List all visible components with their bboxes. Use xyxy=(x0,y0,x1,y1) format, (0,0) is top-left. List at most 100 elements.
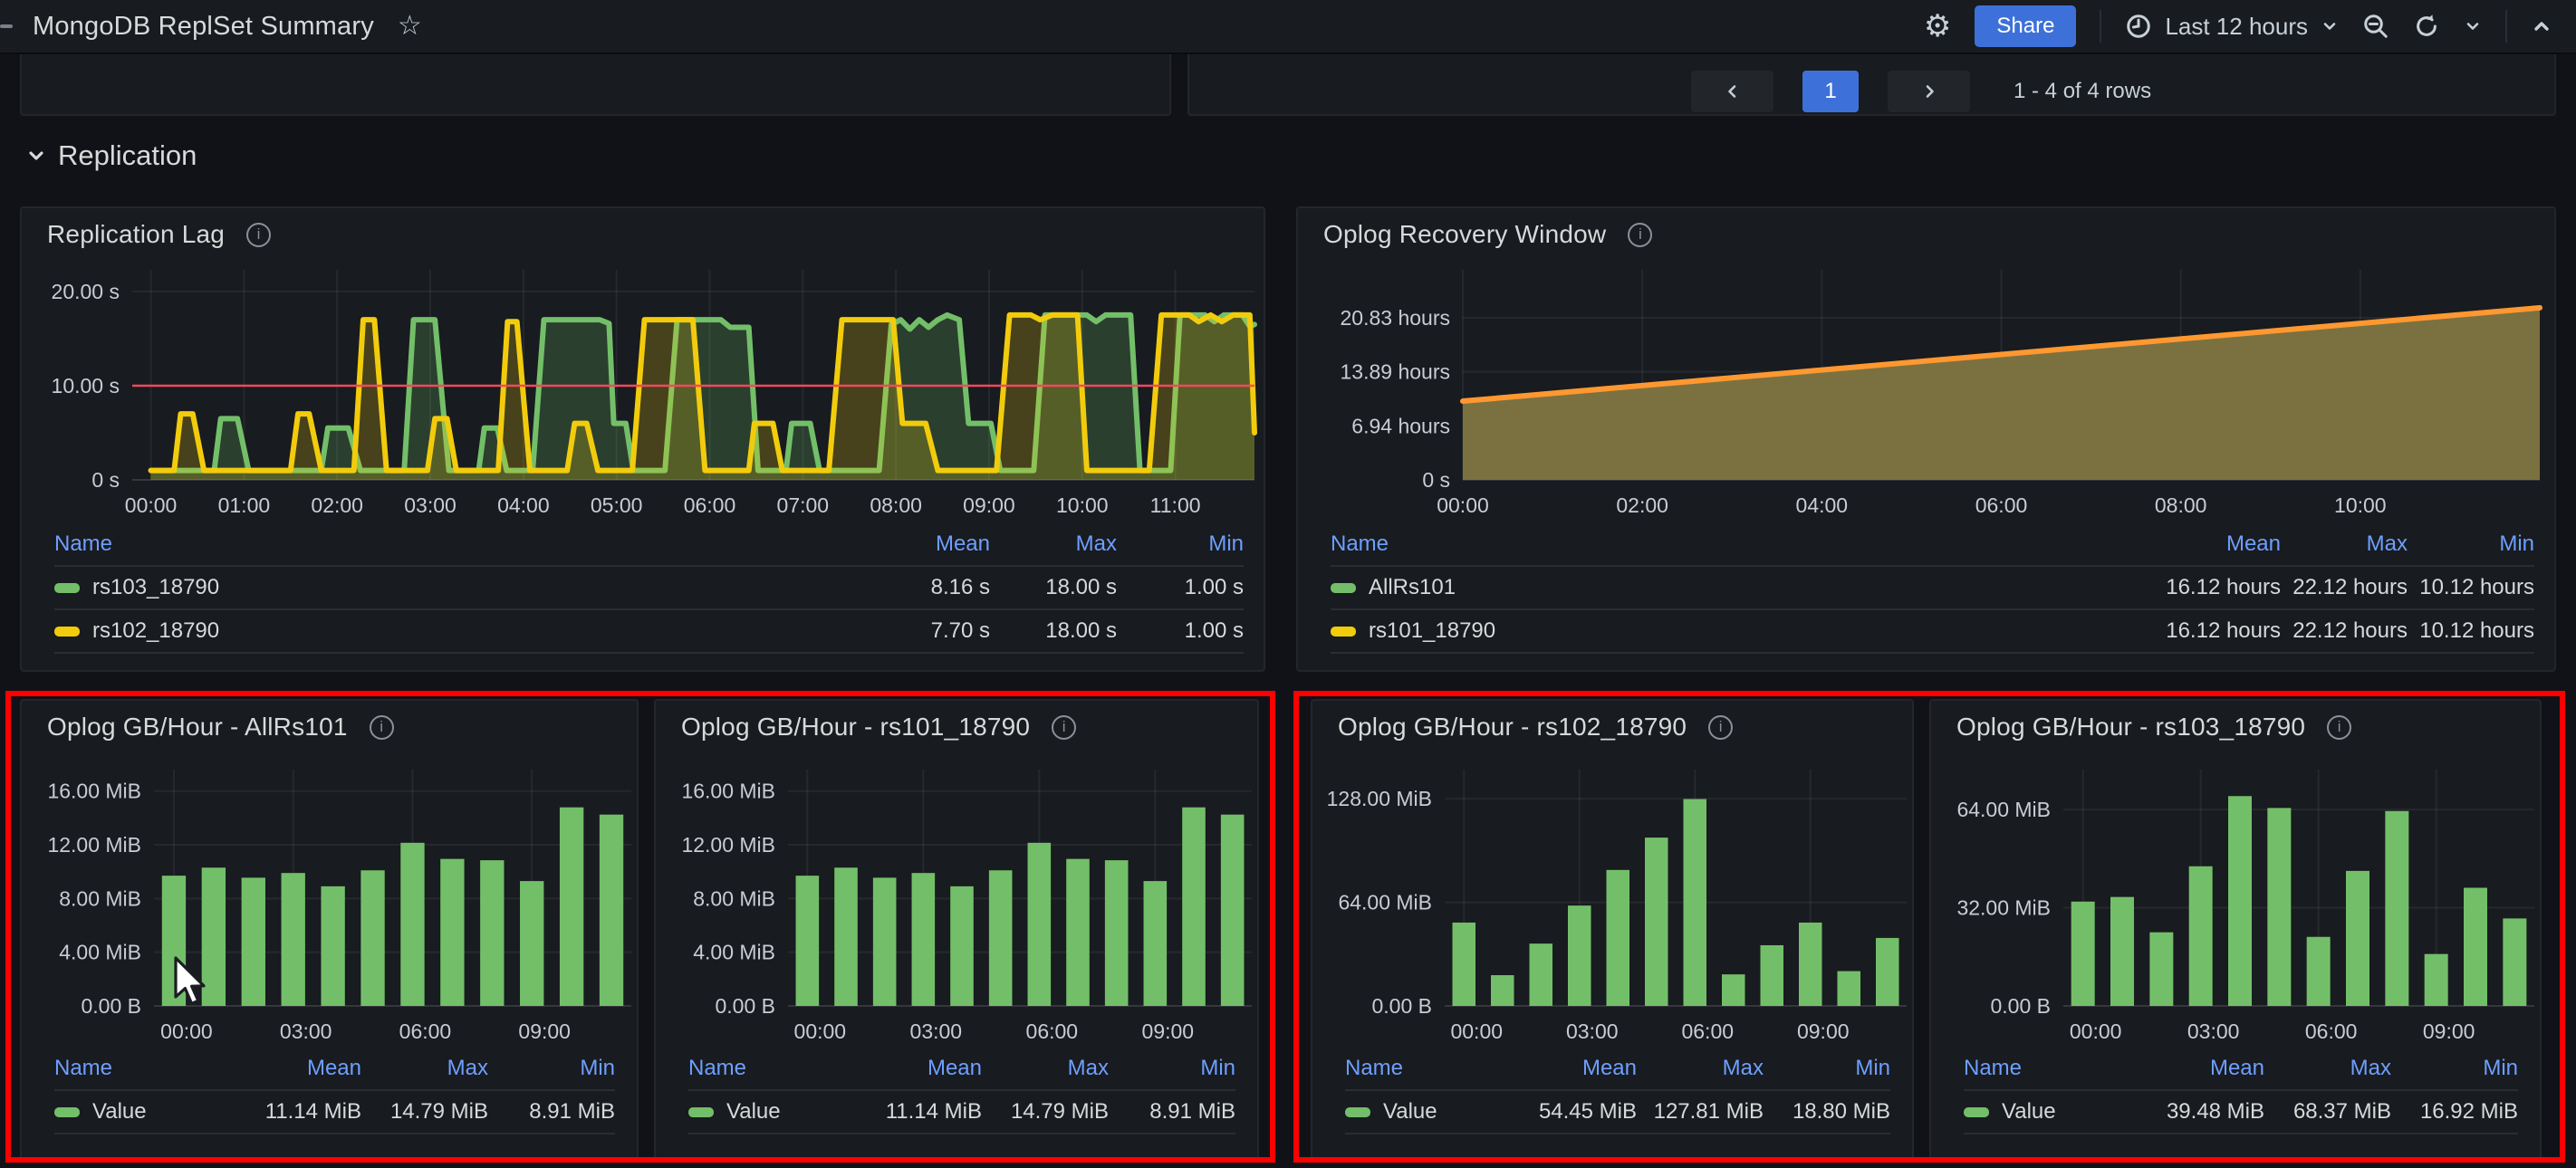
oplog-recovery-chart[interactable]: 00:00 02:00 04:00 06:00 08:00 10:00 0 s 6.94 ho… xyxy=(1298,259,2554,522)
share-button[interactable]: Share xyxy=(1975,5,2077,47)
legend-header-name[interactable]: Name xyxy=(54,1056,235,1081)
svg-text:16.00 MiB: 16.00 MiB xyxy=(47,780,141,803)
svg-text:64.00 MiB: 64.00 MiB xyxy=(1338,891,1432,914)
panel-title: Oplog Recovery Window xyxy=(1323,220,1607,248)
prev-page-button[interactable] xyxy=(1691,71,1773,112)
chevron-left-icon xyxy=(1727,85,1735,98)
svg-text:09:00: 09:00 xyxy=(1142,1020,1195,1043)
dashboard-title[interactable]: MongoDB ReplSet Summary xyxy=(33,12,374,42)
legend-header-min[interactable]: Min xyxy=(1109,1056,1235,1081)
legend-header-name[interactable]: Name xyxy=(1331,531,2154,557)
svg-text:4.00 MiB: 4.00 MiB xyxy=(693,941,775,964)
series-name[interactable]: rs102_18790 xyxy=(54,618,863,644)
legend-header-min[interactable]: Min xyxy=(2408,531,2534,557)
svg-text:08:00: 08:00 xyxy=(2155,493,2207,517)
info-icon[interactable]: i xyxy=(369,714,394,740)
series-stat-value: 8.91 MiB xyxy=(1149,1099,1235,1124)
row-replication-toggle[interactable]: Replication xyxy=(25,139,197,172)
legend-header-min[interactable]: Min xyxy=(2391,1056,2518,1081)
info-icon[interactable]: i xyxy=(1052,714,1077,740)
legend-header-mean[interactable]: Mean xyxy=(2154,531,2281,557)
legend-header-min[interactable]: Min xyxy=(488,1056,615,1081)
legend-row: rs103_18790 8.16 s 18.00 s 1.00 s xyxy=(54,567,1244,610)
collapse-topbar-icon[interactable] xyxy=(2531,15,2552,37)
svg-text:03:00: 03:00 xyxy=(280,1020,332,1043)
series-name[interactable]: Value xyxy=(1964,1099,2138,1125)
legend-header-mean[interactable]: Mean xyxy=(1510,1056,1637,1081)
svg-text:06:00: 06:00 xyxy=(684,493,736,517)
legend-header-name[interactable]: Name xyxy=(1964,1056,2138,1081)
svg-text:0 s: 0 s xyxy=(1422,468,1450,492)
legend-header-mean[interactable]: Mean xyxy=(855,1056,982,1081)
svg-text:00:00: 00:00 xyxy=(1437,493,1489,517)
svg-text:0.00 B: 0.00 B xyxy=(1372,994,1433,1018)
gear-icon[interactable]: ⚙ xyxy=(1924,11,1951,42)
legend-header-max[interactable]: Max xyxy=(2281,531,2408,557)
next-page-button[interactable] xyxy=(1888,71,1970,112)
svg-text:10:00: 10:00 xyxy=(1056,493,1109,517)
panel-header[interactable]: Oplog GB/Hour - rs103_18790 i xyxy=(1931,701,2540,753)
series-swatch-icon xyxy=(1331,582,1356,593)
oplog-rs103-chart[interactable]: 00:00 03:00 06:00 09:00 0.00 B 32.00 MiB 64.00… xyxy=(1931,755,2540,1044)
panel-header[interactable]: Oplog GB/Hour - rs102_18790 i xyxy=(1312,701,1912,753)
legend-table: Name Mean Max Min Value 54.45 MiB 127.81 MiB 18… xyxy=(1345,1048,1890,1134)
top-navbar: MongoDB ReplSet Summary ☆ ⚙ Share Last 1… xyxy=(0,0,2576,54)
series-swatch-icon xyxy=(1345,1106,1370,1117)
chevron-down-icon xyxy=(29,151,43,160)
info-icon[interactable]: i xyxy=(1708,714,1734,740)
svg-text:64.00 MiB: 64.00 MiB xyxy=(1956,798,2051,821)
svg-text:4.00 MiB: 4.00 MiB xyxy=(59,941,141,964)
info-icon[interactable]: i xyxy=(1628,222,1653,247)
legend-header-min[interactable]: Min xyxy=(1764,1056,1890,1081)
series-stat-value: 18.00 s xyxy=(1045,618,1117,643)
series-name[interactable]: rs103_18790 xyxy=(54,575,863,600)
time-range-picker[interactable]: Last 12 hours xyxy=(2125,13,2339,41)
legend-header-name[interactable]: Name xyxy=(54,531,863,557)
legend-header-name[interactable]: Name xyxy=(688,1056,855,1081)
series-stat-value: 10.12 hours xyxy=(2419,575,2534,599)
oplog-rs101-chart[interactable]: 00:00 03:00 06:00 09:00 0.00 B 4.00 MiB 8.00 M… xyxy=(656,755,1257,1044)
legend-header-min[interactable]: Min xyxy=(1117,531,1244,557)
info-icon[interactable]: i xyxy=(246,222,272,247)
series-name[interactable]: Value xyxy=(1345,1099,1510,1125)
legend-header-mean[interactable]: Mean xyxy=(863,531,990,557)
legend-header-max[interactable]: Max xyxy=(1637,1056,1764,1081)
series-stat-value: 16.92 MiB xyxy=(2419,1099,2518,1124)
panel-header[interactable]: Oplog Recovery Window i xyxy=(1298,208,2554,261)
refresh-interval-chevron-icon[interactable] xyxy=(2464,17,2482,35)
panel-header[interactable]: Oplog GB/Hour - rs101_18790 i xyxy=(656,701,1257,753)
legend-header-name[interactable]: Name xyxy=(1345,1056,1510,1081)
legend-header-mean[interactable]: Mean xyxy=(235,1056,361,1081)
legend-header-max[interactable]: Max xyxy=(982,1056,1109,1081)
panel-header[interactable]: Oplog GB/Hour - AllRs101 i xyxy=(22,701,637,753)
topbar-controls: ⚙ Share Last 12 hours xyxy=(1924,5,2552,47)
replication-lag-chart[interactable]: 00:00 01:00 02:00 03:00 04:00 05:00 06:00 07:00… xyxy=(22,259,1264,522)
svg-text:01:00: 01:00 xyxy=(218,493,271,517)
refresh-icon[interactable] xyxy=(2413,13,2440,40)
info-icon[interactable]: i xyxy=(2327,714,2352,740)
svg-text:06:00: 06:00 xyxy=(2305,1020,2358,1043)
legend-header: Name Mean Max Min xyxy=(1331,523,2534,567)
panel-title: Replication Lag xyxy=(47,220,226,248)
series-name[interactable]: AllRs101 xyxy=(1331,575,2154,600)
svg-text:0 s: 0 s xyxy=(91,468,120,492)
legend-header: Name Mean Max Min xyxy=(54,523,1244,567)
legend-header-mean[interactable]: Mean xyxy=(2138,1056,2264,1081)
zoom-out-icon[interactable] xyxy=(2362,13,2389,40)
oplog-rs102-chart[interactable]: 00:00 03:00 06:00 09:00 0.00 B 64.00 MiB 128.0… xyxy=(1312,755,1912,1044)
legend-header: Name Mean Max Min xyxy=(1345,1048,1890,1091)
series-name[interactable]: Value xyxy=(688,1099,855,1125)
series-name[interactable]: Value xyxy=(54,1099,235,1125)
series-name[interactable]: rs101_18790 xyxy=(1331,618,2154,644)
legend-header-max[interactable]: Max xyxy=(361,1056,488,1081)
oplog-allrs101-chart[interactable]: 00:00 03:00 06:00 09:00 0.00 B 4.00 MiB 8.00 M… xyxy=(22,755,637,1044)
panel-header[interactable]: Replication Lag i xyxy=(22,208,1264,261)
svg-text:03:00: 03:00 xyxy=(2187,1020,2240,1043)
pagination-info: 1 - 4 of 4 rows xyxy=(2014,79,2152,103)
star-favorite-icon[interactable]: ☆ xyxy=(398,13,422,40)
menu-dash-icon[interactable] xyxy=(0,24,13,28)
legend-header-max[interactable]: Max xyxy=(990,531,1117,557)
series-stat-value: 68.37 MiB xyxy=(2292,1099,2391,1124)
page-1-button[interactable]: 1 xyxy=(1802,71,1859,112)
legend-header-max[interactable]: Max xyxy=(2264,1056,2391,1081)
